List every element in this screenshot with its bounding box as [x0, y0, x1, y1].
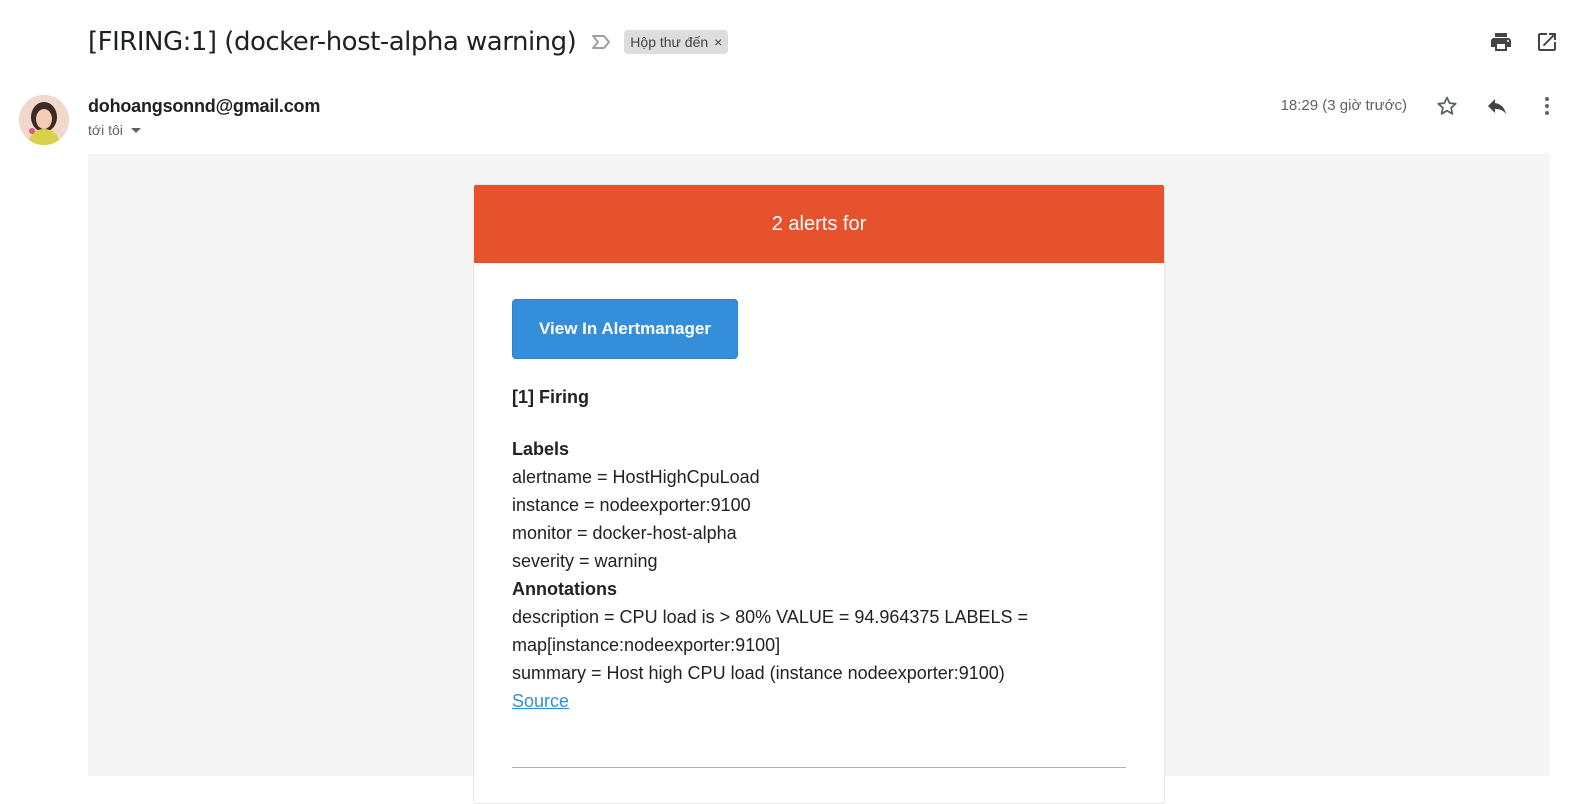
more-vert-icon[interactable] — [1535, 94, 1559, 118]
email-body: 2 alerts for View In Alertmanager [1] Fi… — [88, 154, 1550, 804]
inbox-label-text: Hộp thư đến — [630, 34, 709, 50]
view-in-alertmanager-button[interactable]: View In Alertmanager — [512, 299, 738, 359]
star-icon[interactable] — [1435, 94, 1459, 118]
top-toolbar — [1489, 30, 1559, 54]
alert-content: View In Alertmanager [1] Firing Labels a… — [474, 263, 1164, 715]
alert-card: 2 alerts for View In Alertmanager [1] Fi… — [473, 184, 1165, 804]
annotations-title: Annotations — [512, 579, 617, 599]
email-subject: [FIRING:1] (docker-host-alpha warning) — [88, 27, 577, 57]
label-line: severity = warning — [512, 551, 658, 571]
annotation-line: description = CPU load is > 80% VALUE = … — [512, 607, 1028, 627]
annotation-line: summary = Host high CPU load (instance n… — [512, 663, 1005, 683]
remove-label-icon[interactable]: × — [714, 34, 722, 50]
recipient-text: tới tôi — [88, 122, 123, 138]
print-icon[interactable] — [1489, 30, 1513, 54]
sender-email[interactable]: dohoangsonnd@gmail.com — [88, 96, 320, 117]
message-actions — [1435, 94, 1559, 118]
sender-avatar[interactable] — [19, 95, 69, 145]
label-line: monitor = docker-host-alpha — [512, 523, 737, 543]
divider — [512, 767, 1126, 768]
importance-marker-icon[interactable] — [590, 31, 612, 53]
label-line: instance = nodeexporter:9100 — [512, 495, 751, 515]
annotation-line: map[instance:nodeexporter:9100] — [512, 635, 781, 655]
firing-title: [1] Firing — [512, 387, 589, 407]
source-link[interactable]: Source — [512, 691, 569, 711]
chevron-down-icon[interactable] — [130, 127, 141, 133]
inbox-label-chip[interactable]: Hộp thư đến × — [624, 30, 729, 54]
reply-icon[interactable] — [1485, 94, 1509, 118]
alert-header-text: 2 alerts for — [771, 212, 867, 235]
label-line: alertname = HostHighCpuLoad — [512, 467, 760, 487]
email-timestamp: 18:29 (3 giờ trước) — [1280, 97, 1407, 114]
open-in-new-window-icon[interactable] — [1535, 30, 1559, 54]
recipient-line[interactable]: tới tôi — [88, 122, 141, 138]
alert-header: 2 alerts for — [474, 185, 1164, 263]
subject-row: [FIRING:1] (docker-host-alpha warning) H… — [88, 20, 729, 64]
labels-title: Labels — [512, 439, 570, 459]
